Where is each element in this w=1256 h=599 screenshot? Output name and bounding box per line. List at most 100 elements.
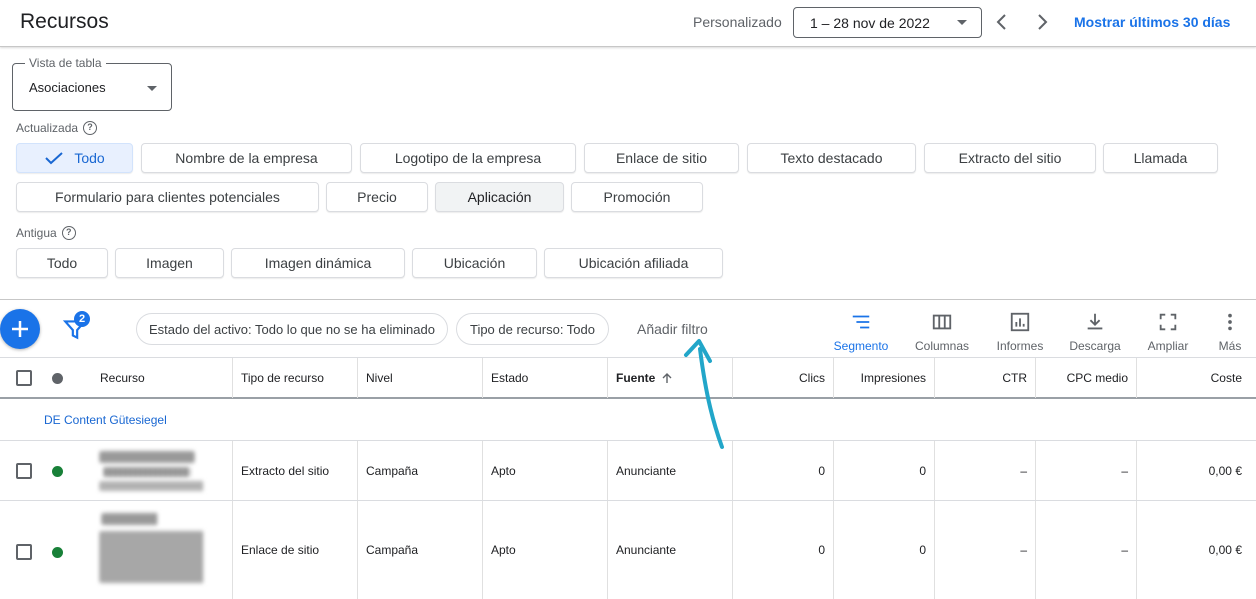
- chevron-right-icon[interactable]: [1030, 10, 1054, 34]
- fullscreen-icon: [1159, 313, 1177, 331]
- table-view-select[interactable]: Vista de tabla Asociaciones: [12, 56, 172, 111]
- columns-button[interactable]: Columnas: [907, 309, 977, 353]
- resource-preview: [92, 441, 233, 500]
- column-header-clicks[interactable]: Clics: [733, 358, 834, 398]
- help-icon[interactable]: ?: [61, 226, 76, 240]
- chip-label: Imagen dinámica: [264, 255, 372, 271]
- chip-label: Enlace de sitio: [615, 150, 708, 166]
- cell-avg-cpc: –: [1036, 441, 1137, 500]
- chip-app[interactable]: Aplicación: [435, 182, 564, 212]
- table-row: Extracto del sitio Campaña Apto Anuncian…: [0, 441, 1256, 501]
- segment-label: Segmento: [833, 339, 889, 353]
- segment-button[interactable]: Segmento: [826, 309, 896, 353]
- filter-pill-asset-type[interactable]: Tipo de recurso: Todo: [456, 313, 609, 345]
- legacy-label: Antigua: [16, 226, 57, 240]
- blurred-thumbnail: [102, 513, 158, 525]
- chip-business-logo[interactable]: Logotipo de la empresa: [360, 143, 576, 173]
- chip-affiliate-location[interactable]: Ubicación afiliada: [544, 248, 723, 278]
- select-all-checkbox[interactable]: [16, 370, 32, 386]
- updated-label: Actualizada: [16, 121, 79, 135]
- chip-call[interactable]: Llamada: [1103, 143, 1218, 173]
- chip-legacy-all[interactable]: Todo: [16, 248, 108, 278]
- segment-icon: [852, 315, 870, 329]
- column-header-cost[interactable]: Coste: [1137, 358, 1256, 398]
- resource-preview: [92, 501, 233, 599]
- column-header-level[interactable]: Nivel: [358, 358, 483, 398]
- section-divider: [0, 299, 1256, 300]
- chip-label: Precio: [357, 189, 397, 205]
- group-row: DE Content Gütesiegel: [0, 400, 1256, 441]
- filter-pill-asset-status[interactable]: Estado del activo: Todo lo que no se ha …: [136, 313, 448, 345]
- chip-label: Imagen: [146, 255, 193, 271]
- column-header-resource[interactable]: Recurso: [92, 358, 233, 398]
- row-checkbox[interactable]: [16, 544, 32, 560]
- table-header: Recurso Tipo de recurso Nivel Estado Fue…: [0, 357, 1256, 399]
- table-view-value: Asociaciones: [29, 80, 106, 95]
- chip-sitelink[interactable]: Enlace de sitio: [584, 143, 739, 173]
- reports-label: Informes: [996, 339, 1044, 353]
- cell-avg-cpc: –: [1036, 501, 1137, 599]
- chip-location[interactable]: Ubicación: [412, 248, 537, 278]
- blurred-thumbnail: [104, 467, 190, 477]
- column-header-status[interactable]: Estado: [483, 358, 608, 398]
- chip-image[interactable]: Imagen: [115, 248, 224, 278]
- reports-button[interactable]: Informes: [985, 309, 1055, 353]
- cell-impressions: 0: [834, 501, 935, 599]
- date-range-select[interactable]: 1 – 28 nov de 2022: [793, 7, 982, 38]
- column-header-type[interactable]: Tipo de recurso: [233, 358, 358, 398]
- cell-cost: 0,00 €: [1208, 463, 1242, 478]
- legacy-section-label: Antigua ?: [16, 226, 76, 240]
- column-header-impressions[interactable]: Impresiones: [834, 358, 935, 398]
- cell-level: Campaña: [358, 501, 483, 599]
- expand-button[interactable]: Ampliar: [1133, 309, 1203, 353]
- chip-promotion[interactable]: Promoción: [571, 182, 703, 212]
- chip-label: Ubicación afiliada: [578, 255, 689, 271]
- chip-business-name[interactable]: Nombre de la empresa: [141, 143, 352, 173]
- more-vertical-icon: [1228, 313, 1232, 331]
- updated-section-label: Actualizada ?: [16, 121, 98, 135]
- chip-label: Formulario para clientes potenciales: [55, 189, 280, 205]
- column-header-ctr[interactable]: CTR: [935, 358, 1036, 398]
- chip-callout[interactable]: Texto destacado: [747, 143, 916, 173]
- chip-label: Aplicación: [467, 189, 532, 205]
- chevron-left-icon[interactable]: [990, 10, 1014, 34]
- expand-label: Ampliar: [1147, 339, 1189, 353]
- page-title: Recursos: [20, 10, 109, 33]
- table-view-legend: Vista de tabla: [25, 56, 106, 70]
- date-range-value: 1 – 28 nov de 2022: [810, 15, 930, 31]
- chip-structured-snippet[interactable]: Extracto del sitio: [924, 143, 1096, 173]
- filter-count-badge: 2: [74, 311, 90, 327]
- chip-price[interactable]: Precio: [326, 182, 428, 212]
- caret-down-icon: [957, 20, 967, 25]
- check-icon: [45, 152, 63, 165]
- table-row: Enlace de sitio Campaña Apto Anunciante …: [0, 501, 1256, 599]
- download-button[interactable]: Descarga: [1060, 309, 1130, 353]
- column-header-avg-cpc[interactable]: CPC medio: [1036, 358, 1137, 398]
- group-link[interactable]: DE Content Gütesiegel: [44, 413, 167, 427]
- add-button[interactable]: [0, 309, 40, 349]
- page-header: Recursos Personalizado 1 – 28 nov de 202…: [0, 0, 1256, 47]
- cell-impressions: 0: [834, 441, 935, 500]
- date-mode-label: Personalizado: [693, 14, 782, 30]
- chip-label: Todo: [46, 255, 78, 271]
- chip-updated-all[interactable]: Todo: [16, 143, 133, 173]
- help-icon[interactable]: ?: [83, 121, 98, 135]
- blurred-thumbnail: [100, 531, 204, 583]
- cell-ctr: –: [935, 441, 1036, 500]
- cell-status: Apto: [483, 441, 608, 500]
- status-eligible-icon: [52, 466, 63, 477]
- blurred-thumbnail: [100, 451, 194, 463]
- chip-label: Todo: [74, 150, 105, 166]
- show-last-30-days-button[interactable]: Mostrar últimos 30 días: [1074, 14, 1230, 30]
- chip-dynamic-image[interactable]: Imagen dinámica: [231, 248, 405, 278]
- row-checkbox[interactable]: [16, 463, 32, 479]
- chip-lead-form[interactable]: Formulario para clientes potenciales: [16, 182, 319, 212]
- filter-pill-label: Estado del activo: Todo lo que no se ha …: [149, 321, 435, 337]
- cell-type: Extracto del sitio: [233, 441, 358, 500]
- cell-ctr: –: [935, 501, 1036, 599]
- chip-label: Nombre de la empresa: [175, 150, 318, 166]
- cell-status: Apto: [483, 501, 608, 599]
- cell-level: Campaña: [358, 441, 483, 500]
- columns-label: Columnas: [914, 339, 970, 353]
- more-button[interactable]: Más: [1195, 309, 1256, 353]
